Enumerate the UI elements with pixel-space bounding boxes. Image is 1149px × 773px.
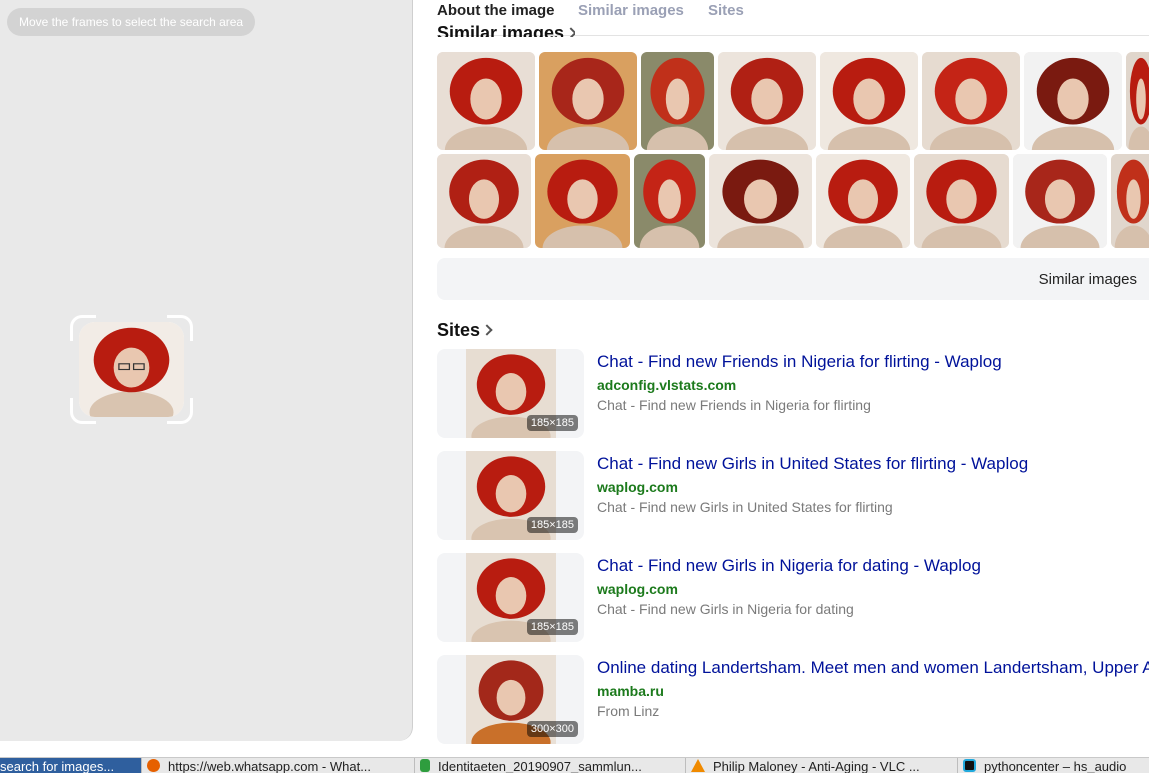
taskbar-item-label: Identitaeten_20190907_sammlun... — [438, 759, 642, 773]
spreadsheet-icon — [420, 759, 430, 772]
similar-images-button[interactable]: Similar images — [437, 258, 1149, 300]
site-thumbnail[interactable]: 185×185 — [437, 553, 584, 642]
similar-image-thumbnail[interactable] — [914, 154, 1009, 248]
site-domain[interactable]: adconfig.vlstats.com — [597, 377, 736, 393]
similar-images-heading[interactable]: Similar images — [437, 23, 576, 37]
taskbar-item-whatsapp[interactable]: https://web.whatsapp.com - What... — [143, 758, 415, 773]
image-size-badge: 185×185 — [526, 619, 578, 635]
firefox-icon — [147, 759, 160, 772]
sites-heading[interactable]: Sites — [437, 320, 493, 341]
similar-image-thumbnail[interactable] — [922, 52, 1020, 150]
taskbar-item-spreadsheet[interactable]: Identitaeten_20190907_sammlun... — [416, 758, 686, 773]
taskbar-item-pycharm[interactable]: pythoncenter – hs_audio — [959, 758, 1149, 773]
chevron-right-icon — [481, 324, 493, 336]
site-domain[interactable]: waplog.com — [597, 581, 678, 597]
tab-sites[interactable]: Sites — [708, 2, 744, 19]
site-title-link[interactable]: Chat - Find new Friends in Nigeria for f… — [597, 352, 1002, 372]
taskbar-item-label: Philip Maloney - Anti-Aging - VLC ... — [713, 759, 920, 773]
tab-about-the-image[interactable]: About the image — [437, 2, 555, 19]
similar-image-thumbnail[interactable] — [437, 154, 531, 248]
taskbar: search for images... https://web.whatsap… — [0, 757, 1149, 773]
site-thumbnail[interactable]: 300×300 — [437, 655, 584, 744]
site-thumbnail[interactable]: 185×185 — [437, 349, 584, 438]
crop-handle-bottom-right[interactable] — [167, 398, 193, 424]
similar-image-thumbnail[interactable] — [1126, 52, 1149, 150]
vlc-icon — [691, 759, 705, 772]
taskbar-item-vlc[interactable]: Philip Maloney - Anti-Aging - VLC ... — [687, 758, 958, 773]
crop-handle-top-right[interactable] — [167, 315, 193, 341]
site-description: From Linz — [597, 703, 660, 719]
similar-image-thumbnail[interactable] — [718, 52, 816, 150]
image-preview-pane: Move the frames to select the search are… — [0, 0, 413, 741]
crop-handle-top-left[interactable] — [70, 315, 96, 341]
similar-image-thumbnail[interactable] — [1024, 52, 1122, 150]
site-domain[interactable]: mamba.ru — [597, 683, 664, 699]
site-thumbnail[interactable]: 185×185 — [437, 451, 584, 540]
similar-image-thumbnail[interactable] — [1013, 154, 1107, 248]
similar-image-thumbnail[interactable] — [641, 52, 714, 150]
similar-image-thumbnail[interactable] — [816, 154, 910, 248]
image-size-badge: 185×185 — [526, 415, 578, 431]
tab-similar-images[interactable]: Similar images — [578, 2, 684, 19]
site-title-link[interactable]: Chat - Find new Girls in United States f… — [597, 454, 1028, 474]
chevron-right-icon — [565, 27, 576, 37]
site-description: Chat - Find new Friends in Nigeria for f… — [597, 397, 871, 413]
image-size-badge: 300×300 — [526, 721, 578, 737]
site-title-link[interactable]: Online dating Landertsham. Meet men and … — [597, 658, 1149, 678]
similar-images-button-label: Similar images — [1038, 271, 1137, 288]
site-domain[interactable]: waplog.com — [597, 479, 678, 495]
crop-handle-bottom-left[interactable] — [70, 398, 96, 424]
taskbar-item-search[interactable]: search for images... — [0, 758, 142, 773]
site-title-link[interactable]: Chat - Find new Girls in Nigeria for dat… — [597, 556, 981, 576]
taskbar-item-label: https://web.whatsapp.com - What... — [168, 759, 372, 773]
crop-frame[interactable] — [70, 315, 193, 424]
similar-image-thumbnail[interactable] — [634, 154, 705, 248]
selection-hint: Move the frames to select the search are… — [7, 8, 256, 36]
similar-image-thumbnail[interactable] — [535, 154, 630, 248]
site-description: Chat - Find new Girls in United States f… — [597, 499, 893, 515]
similar-image-thumbnail[interactable] — [437, 52, 535, 150]
similar-image-thumbnail[interactable] — [709, 154, 812, 248]
pycharm-icon — [963, 759, 976, 772]
similar-image-thumbnail[interactable] — [1111, 154, 1149, 248]
taskbar-item-label: search for images... — [0, 759, 115, 773]
taskbar-item-label: pythoncenter – hs_audio — [984, 759, 1127, 773]
site-description: Chat - Find new Girls in Nigeria for dat… — [597, 601, 854, 617]
similar-image-thumbnail[interactable] — [539, 52, 637, 150]
similar-image-thumbnail[interactable] — [820, 52, 918, 150]
image-size-badge: 185×185 — [526, 517, 578, 533]
